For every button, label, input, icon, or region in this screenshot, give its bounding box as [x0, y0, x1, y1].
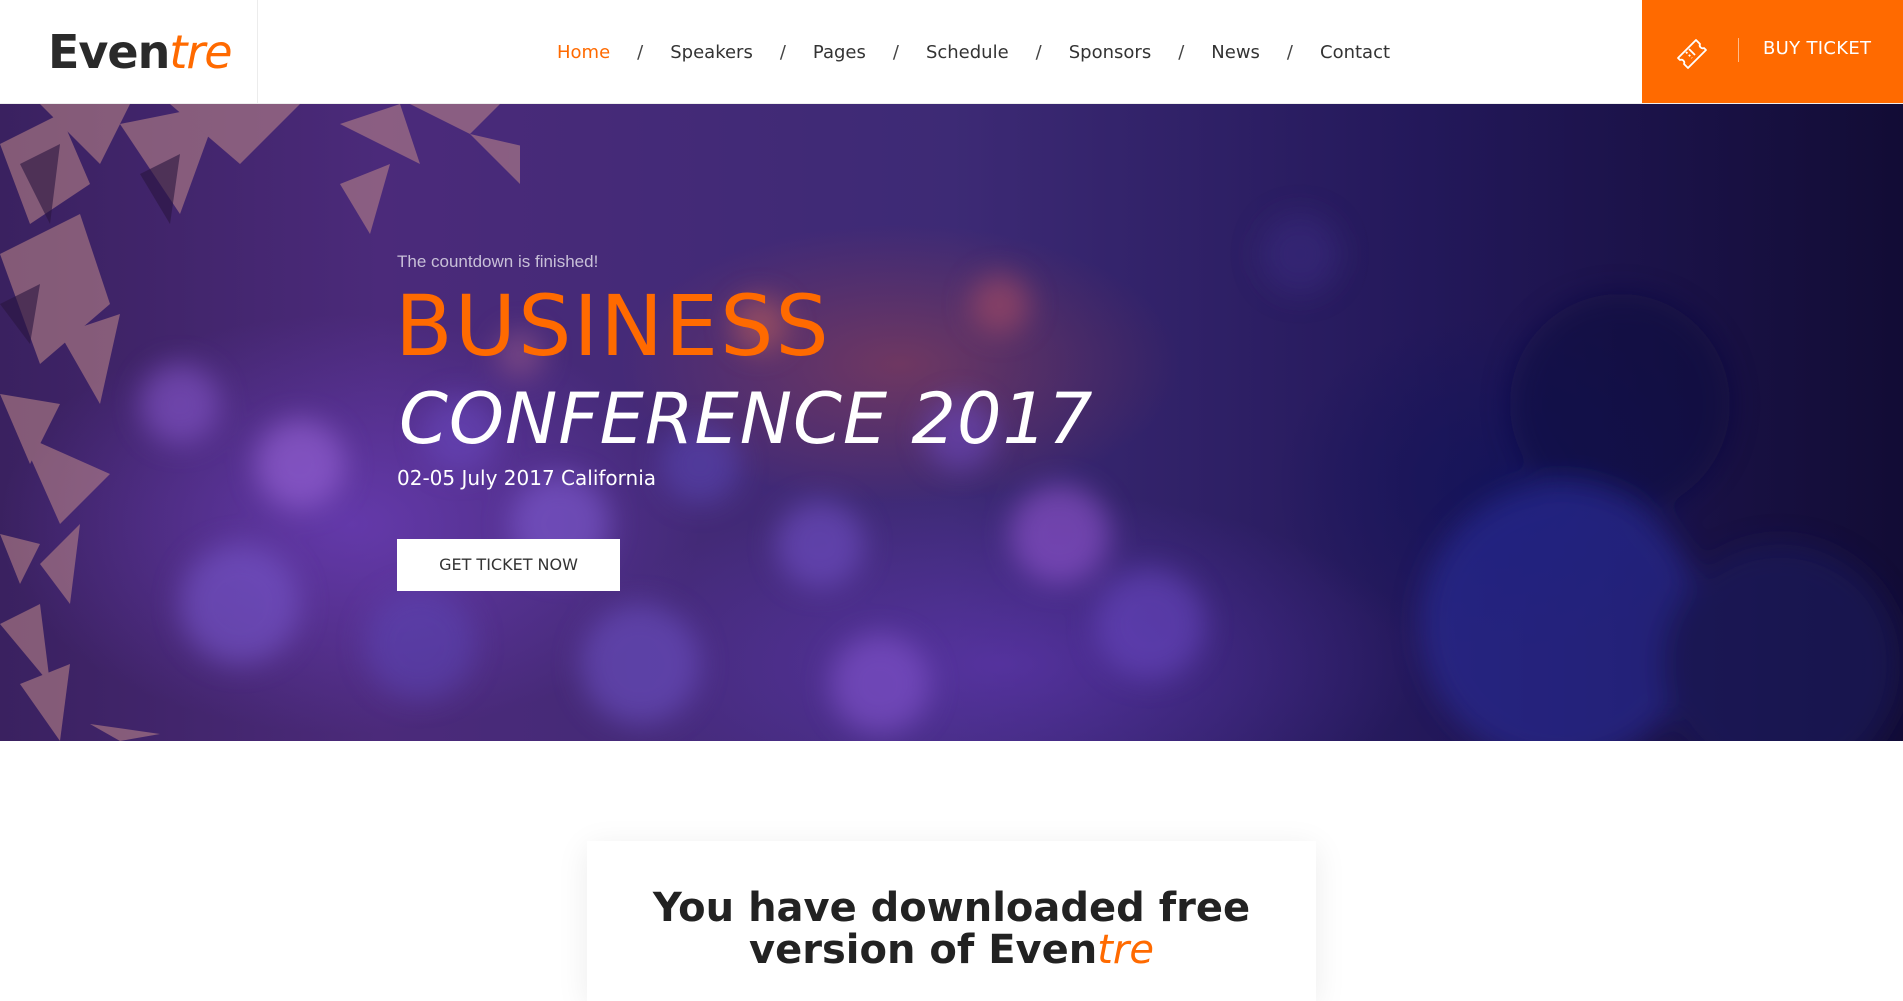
countdown-status-text: The countdown is finished! [397, 252, 599, 271]
site-logo[interactable]: Eventre [48, 25, 233, 79]
logo-text-accent: tre [169, 25, 232, 79]
nav-item-home[interactable]: Home [557, 42, 610, 63]
nav-separator: / [1286, 41, 1293, 63]
nav-item-contact[interactable]: Contact [1320, 42, 1390, 63]
site-header: Eventre Home / Speakers / Pages / Schedu… [0, 0, 1903, 104]
hero-banner: The countdown is finished! BUSINESS CONF… [0, 104, 1903, 741]
event-date-location: 02-05 July 2017 California [397, 466, 657, 490]
ticket-icon [1677, 39, 1707, 69]
logo-text-main: Even [48, 25, 170, 79]
nav-separator: / [1035, 41, 1042, 63]
hero-title-line1: BUSINESS [395, 277, 831, 375]
nav-item-sponsors[interactable]: Sponsors [1069, 42, 1151, 63]
nav-separator: / [637, 41, 644, 63]
download-notice-title: You have downloaded free version of Even… [587, 887, 1316, 971]
buy-ticket-divider [1738, 38, 1739, 62]
download-notice-brand: tre [1097, 927, 1154, 973]
hero-title-line2: CONFERENCE 2017 [399, 378, 1094, 460]
nav-separator: / [892, 41, 899, 63]
get-ticket-button[interactable]: GET TICKET NOW [397, 539, 620, 591]
nav-item-news[interactable]: News [1211, 42, 1260, 63]
download-notice-card: You have downloaded free version of Even… [587, 841, 1316, 1001]
buy-ticket-label: BUY TICKET [1763, 38, 1872, 59]
nav-separator: / [779, 41, 786, 63]
logo-area: Eventre [0, 0, 258, 103]
nav-item-pages[interactable]: Pages [813, 42, 866, 63]
nav-separator: / [1178, 41, 1185, 63]
download-notice-line2: version of Even [749, 927, 1098, 973]
main-nav: Home / Speakers / Pages / Schedule / Spo… [557, 40, 1390, 64]
nav-item-speakers[interactable]: Speakers [670, 42, 753, 63]
nav-item-schedule[interactable]: Schedule [926, 42, 1009, 63]
buy-ticket-button[interactable]: BUY TICKET [1642, 0, 1903, 103]
download-notice-line1: You have downloaded free [652, 885, 1251, 931]
